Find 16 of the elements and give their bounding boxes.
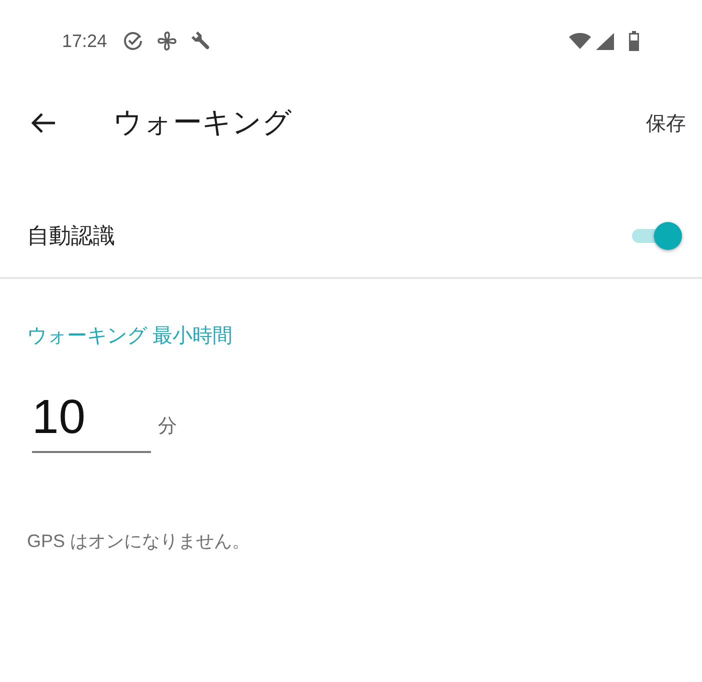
wrench-icon: [191, 31, 212, 51]
battery-icon: [628, 31, 640, 51]
save-button[interactable]: 保存: [646, 106, 686, 140]
duration-input-field[interactable]: 10: [32, 387, 151, 453]
note-text: GPS はオンになりません。: [27, 530, 250, 553]
cell-signal-icon: [596, 32, 614, 50]
back-arrow-icon: [30, 112, 56, 134]
status-time: 17:24: [62, 30, 108, 52]
check-circle-icon: [123, 31, 144, 51]
unit-label: 分: [158, 415, 177, 439]
wifi-icon: [569, 33, 591, 49]
page-title: ウォーキング: [113, 106, 292, 141]
setting-label: 自動認識: [27, 222, 115, 250]
fan-icon: [157, 31, 178, 51]
section-label: ウォーキング 最小時間: [27, 324, 233, 349]
toggle-switch[interactable]: [630, 222, 684, 250]
